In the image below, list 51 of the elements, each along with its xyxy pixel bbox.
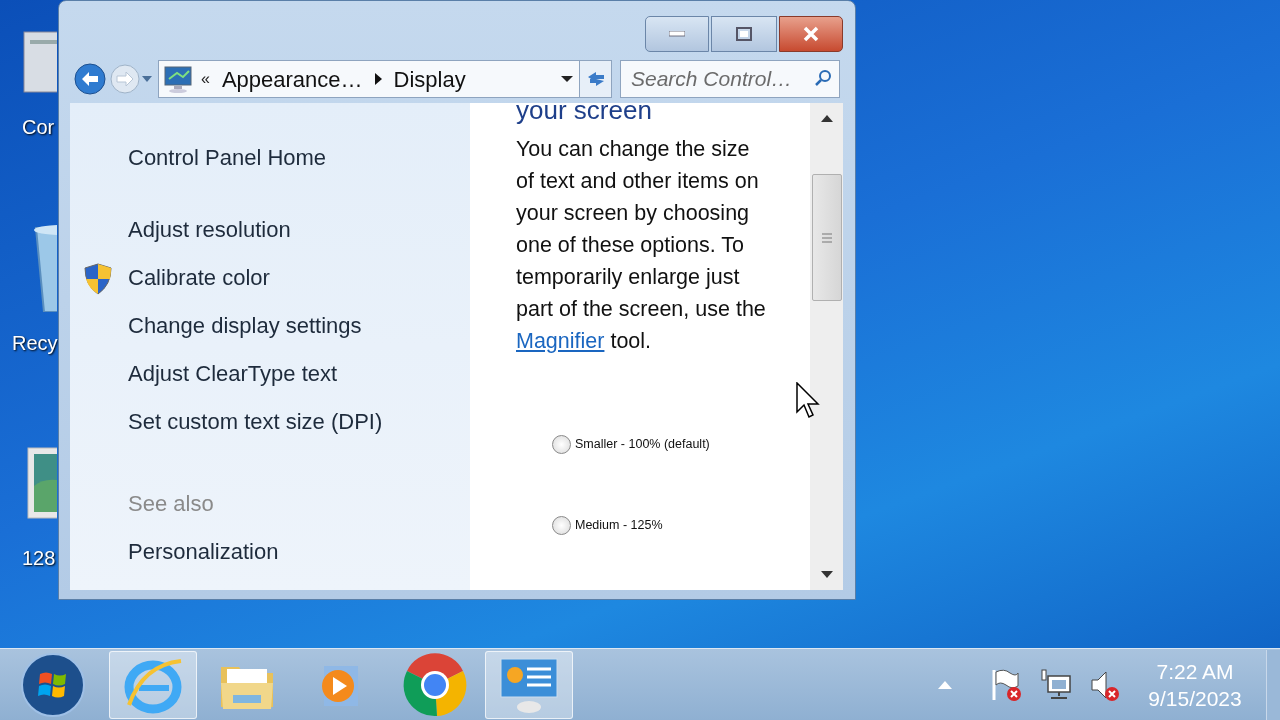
radio-button[interactable] bbox=[552, 516, 571, 535]
maximize-icon bbox=[736, 27, 752, 41]
sidebar-link[interactable]: Personalization bbox=[128, 527, 470, 575]
address-bar[interactable]: « Appearance… Display bbox=[158, 60, 580, 98]
dropdown-icon[interactable] bbox=[561, 75, 573, 83]
minimize-button[interactable] bbox=[645, 16, 709, 52]
search-field[interactable]: Search Control… bbox=[620, 60, 840, 98]
maximize-button[interactable] bbox=[711, 16, 777, 52]
image-icon[interactable] bbox=[26, 446, 57, 520]
radio-label: Medium - 125% bbox=[575, 517, 663, 535]
sidebar-link[interactable]: Set custom text size (DPI) bbox=[128, 404, 383, 438]
network-icon[interactable] bbox=[1040, 667, 1074, 702]
sidebar-link[interactable]: Control Panel Home bbox=[128, 140, 327, 174]
radio-label: Smaller - 100% (default) bbox=[575, 436, 710, 454]
back-button[interactable] bbox=[73, 62, 107, 96]
see-also-heading: See also bbox=[128, 489, 215, 518]
clock-date: 9/15/2023 bbox=[1148, 685, 1242, 712]
sidebar-link[interactable]: Adjust ClearType text bbox=[128, 356, 338, 390]
desktop-icon-label: 128 bbox=[22, 546, 56, 571]
breadcrumb-item[interactable]: Display bbox=[393, 62, 466, 96]
sidebar-link[interactable]: Change display settings bbox=[128, 308, 362, 342]
monitor-icon bbox=[163, 65, 193, 93]
close-icon bbox=[802, 26, 820, 42]
scroll-down-icon[interactable] bbox=[820, 571, 833, 578]
breadcrumb-item[interactable]: Appearance… bbox=[221, 62, 363, 96]
section-heading: your screen bbox=[516, 103, 652, 125]
description-text: You can change the size of text and other items on your screen by choosing one of these options. To temporarily enlarge just part of the screen, use the Magnifier tool. bbox=[516, 136, 766, 355]
taskbar-button[interactable] bbox=[485, 650, 573, 719]
taskbar-button[interactable] bbox=[109, 650, 197, 719]
scroll-up-icon[interactable] bbox=[820, 115, 833, 122]
grip-icon bbox=[820, 232, 833, 243]
scrollbar[interactable] bbox=[810, 103, 843, 590]
radio-button[interactable] bbox=[552, 435, 571, 454]
refresh-button[interactable] bbox=[580, 60, 612, 98]
breadcrumb-overflow[interactable]: « bbox=[201, 67, 210, 91]
start-button[interactable] bbox=[20, 651, 86, 718]
breadcrumb-arrow-icon[interactable] bbox=[374, 73, 382, 85]
chrome-logo-icon bbox=[403, 652, 467, 717]
scroll-thumb[interactable] bbox=[811, 174, 842, 301]
desktop-icon-label: Recy bbox=[12, 331, 58, 356]
clock-time: 7:22 AM bbox=[1156, 658, 1234, 685]
close-button[interactable] bbox=[779, 16, 843, 52]
shield-icon bbox=[84, 263, 112, 295]
desktop-icon-label: Cor bbox=[22, 115, 55, 140]
search-icon bbox=[814, 69, 832, 87]
history-dropdown-icon[interactable] bbox=[142, 75, 152, 83]
sidebar-link[interactable]: Adjust resolution bbox=[128, 212, 291, 246]
magnifier-link[interactable]: Magnifier bbox=[516, 329, 605, 353]
action-center-flag-icon[interactable] bbox=[990, 667, 1024, 702]
sidebar-link[interactable]: Calibrate color bbox=[128, 260, 270, 294]
minimize-icon bbox=[669, 31, 685, 37]
